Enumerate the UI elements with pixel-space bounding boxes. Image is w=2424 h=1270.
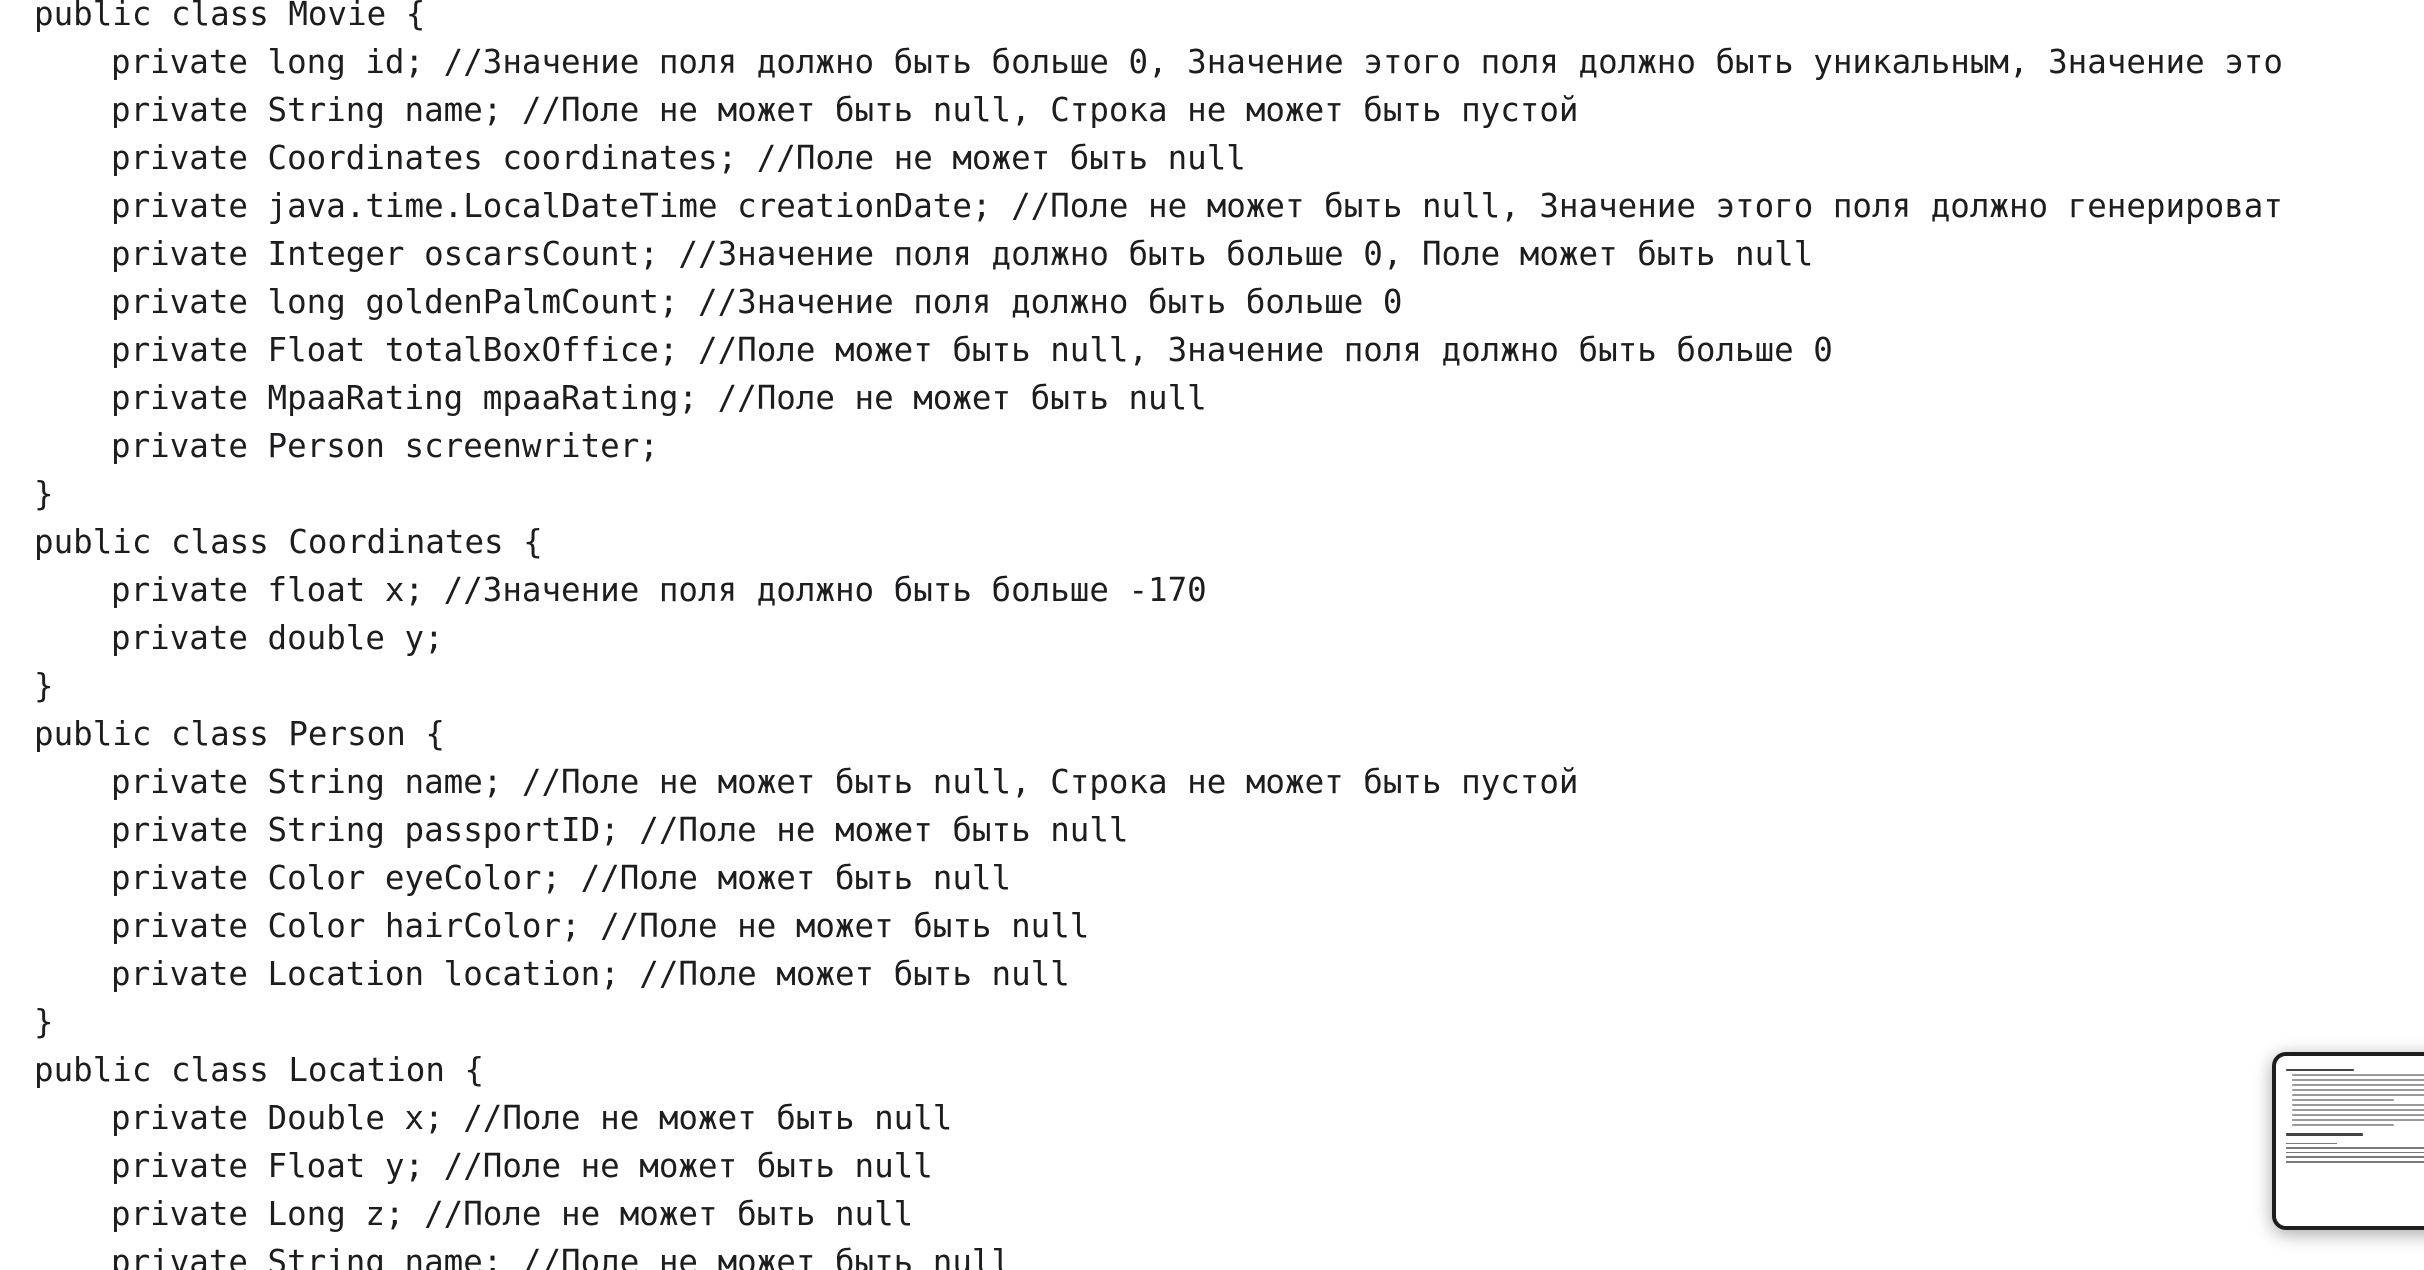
code-line: private long goldenPalmCount; //Значение… [111, 283, 1403, 321]
code-line: private long id; //Значение поля должно … [111, 43, 2284, 81]
code-line: private String name; //Поле не может быт… [111, 91, 1579, 129]
code-line: private Float totalBoxOffice; //Поле мож… [111, 331, 1833, 369]
thumbnail-text-line [2292, 1119, 2424, 1122]
code-line: private double y; [111, 619, 444, 657]
code-line: public class Coordinates { [34, 523, 543, 561]
code-line: private float x; //Значение поля должно … [111, 571, 1207, 609]
thumbnail-text-line [2292, 1104, 2424, 1107]
code-line: private MpaaRating mpaaRating; //Поле не… [111, 379, 1207, 417]
thumbnail-preview [2286, 1066, 2424, 1166]
code-line: private Color eyeColor; //Поле может быт… [111, 859, 1012, 897]
code-line: private Coordinates coordinates; //Поле … [111, 139, 1246, 177]
thumbnail-code-line [2286, 1151, 2424, 1154]
code-line: } [34, 667, 54, 705]
code-line: private Float y; //Поле не может быть nu… [111, 1147, 933, 1185]
thumbnail-text-line [2292, 1099, 2394, 1102]
code-line: public class Location { [34, 1051, 485, 1089]
thumbnail-text-line [2292, 1114, 2424, 1117]
thumbnail-text-line [2292, 1074, 2424, 1077]
thumbnail-subheading-line [2286, 1133, 2363, 1136]
code-line: } [34, 475, 54, 513]
code-line: private String passportID; //Поле не мож… [111, 811, 1129, 849]
thumbnail-code-line [2286, 1147, 2424, 1149]
code-line: private Color hairColor; //Поле не может… [111, 907, 1090, 945]
code-line: private Location location; //Поле может … [111, 955, 1070, 993]
thumbnail-text-line [2292, 1094, 2424, 1097]
code-line: private Long z; //Поле не может быть nul… [111, 1195, 914, 1233]
code-line: public class Person { [34, 715, 445, 753]
thumbnail-text-line [2292, 1124, 2394, 1127]
thumbnail-code-line [2286, 1160, 2424, 1163]
code-block: public class Movie { private long id; //З… [34, 0, 2284, 1270]
thumbnail-text-line [2292, 1084, 2424, 1087]
document-page: public class Movie { private long id; //З… [0, 0, 2424, 1270]
thumbnail-text-line [2292, 1079, 2424, 1082]
code-line: } [34, 1003, 54, 1041]
thumbnail-code-line [2286, 1142, 2337, 1145]
code-line: private Double x; //Поле не может быть n… [111, 1099, 953, 1137]
code-line: private String name; //Поле не может быт… [111, 763, 1579, 801]
code-line: public class Movie { [34, 0, 426, 33]
thumbnail-code-line [2286, 1156, 2424, 1158]
thumbnail-text-line [2292, 1109, 2424, 1112]
code-line: private Integer oscarsCount; //Значение … [111, 235, 1814, 273]
screenshot-thumbnail[interactable] [2272, 1052, 2424, 1230]
thumbnail-heading-line [2286, 1069, 2354, 1072]
code-line: private Person screenwriter; [111, 427, 659, 465]
code-line: private java.time.LocalDateTime creation… [111, 187, 2284, 225]
thumbnail-text-line [2292, 1089, 2424, 1092]
code-line: private String name; //Поле не может быт… [111, 1243, 1012, 1270]
